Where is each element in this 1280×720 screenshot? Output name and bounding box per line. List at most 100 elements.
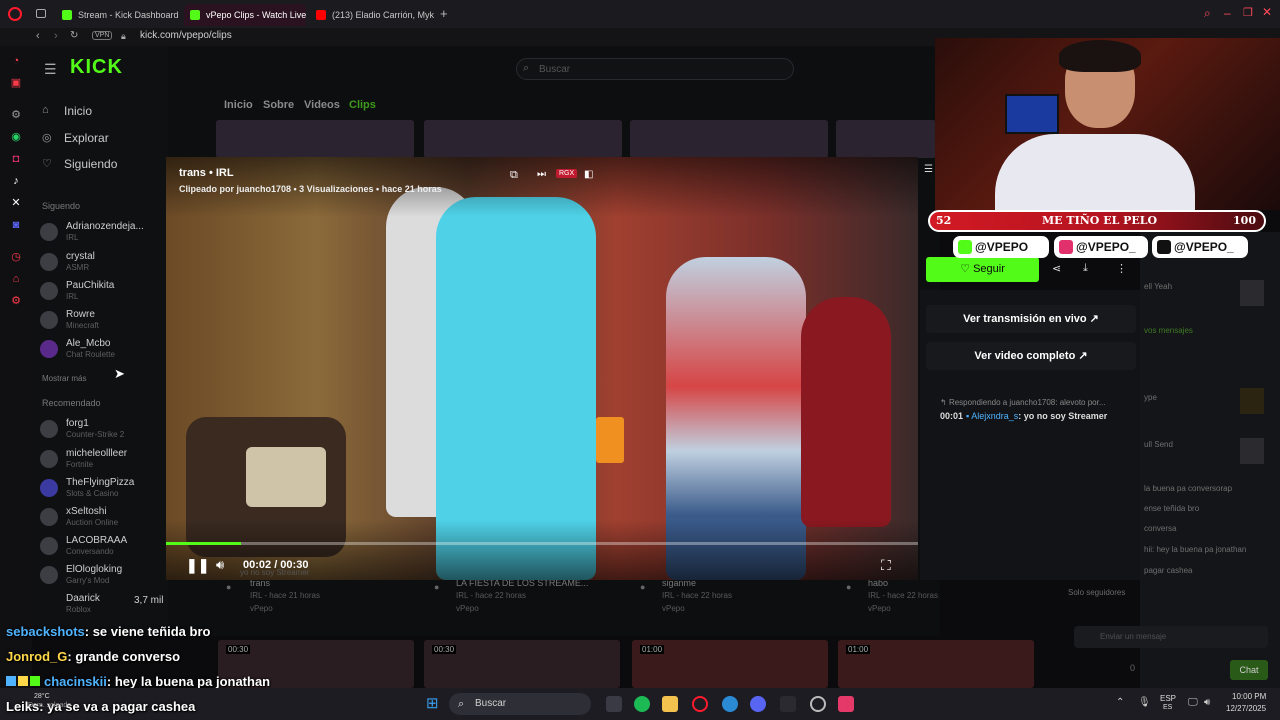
volume-icon[interactable]: 🔊︎ — [216, 557, 224, 573]
clip-thumbnail[interactable] — [836, 120, 936, 158]
theater-icon[interactable]: ◧ — [584, 169, 593, 180]
app-icon[interactable] — [780, 696, 796, 712]
opera-ai-icon[interactable]: ◔ — [9, 54, 23, 68]
following-item[interactable]: PauChikita IRL — [40, 278, 168, 304]
tiktok-studio-icon[interactable] — [838, 696, 854, 712]
discord-icon[interactable] — [750, 696, 766, 712]
pause-icon[interactable]: ❚❚ — [186, 557, 209, 574]
recommended-item[interactable]: micheleollleer Fortnite — [40, 446, 168, 472]
avatar: ● — [640, 582, 646, 592]
recommended-item[interactable]: forg1 Counter-Strike 2 — [40, 416, 168, 442]
overlay-chat-line: Jonrod_G: grande converso — [6, 649, 181, 664]
whatsapp-icon[interactable]: ◉ — [9, 130, 23, 144]
download-icon[interactable]: ⤓ — [1083, 262, 1088, 275]
following-item[interactable]: Ale_Mcbo Chat Roulette — [40, 336, 168, 362]
panel-menu-icon[interactable]: ☰ — [924, 164, 933, 175]
back-icon[interactable]: ‹ — [36, 30, 40, 42]
tray-chevron-icon[interactable]: ⌃ — [1116, 697, 1124, 708]
extensions-icon[interactable]: ⚙ — [9, 108, 23, 122]
nav-siguiendo[interactable]: Siguiendo — [64, 157, 117, 171]
clip-thumbnail[interactable] — [630, 120, 828, 158]
settings-icon[interactable]: ⚙ — [9, 294, 23, 308]
clock-time[interactable]: 10:00 PM — [1232, 692, 1266, 701]
search-input[interactable]: ⌕ Buscar — [516, 58, 794, 80]
tab-sobre[interactable]: Sobre — [263, 99, 294, 111]
opera-icon[interactable] — [692, 696, 708, 712]
tab-clips[interactable]: Clips — [349, 99, 376, 111]
network-icon[interactable]: 🖵︎ — [1188, 697, 1198, 708]
tab-inicio[interactable]: Inicio — [224, 99, 253, 111]
windows-start-icon[interactable]: ⊞ — [426, 696, 442, 712]
search-tabs-icon[interactable]: ⌕ — [1204, 6, 1211, 21]
following-item[interactable]: Rowre Minecraft — [40, 307, 168, 333]
obs-icon[interactable] — [810, 696, 826, 712]
fullscreen-icon[interactable]: ⛶ — [881, 557, 891, 574]
telegram-icon[interactable] — [722, 696, 738, 712]
clip-thumbnail[interactable] — [424, 120, 622, 158]
recommended-item[interactable]: TheFlyingPizza Slots & Casino — [40, 475, 168, 501]
tab-vpepo-clips[interactable]: vPepo Clips - Watch Live — [184, 4, 306, 26]
task-view-icon[interactable] — [606, 696, 622, 712]
forward-icon[interactable]: › — [54, 30, 58, 42]
badge-icon — [6, 676, 16, 686]
chat-input[interactable]: Enviar un mensaje — [1074, 626, 1268, 648]
following-item[interactable]: Adrianozendeja... IRL — [40, 219, 168, 245]
speed-dial-icon[interactable]: ▣ — [9, 76, 23, 90]
recommended-item[interactable]: Daarick Roblox 3,7 mil — [40, 591, 168, 617]
volume-icon[interactable]: 🔊︎ — [1204, 697, 1210, 708]
workspace-icon[interactable] — [36, 9, 46, 18]
spotify-icon[interactable] — [634, 696, 650, 712]
subtitle-caption: yo no soy Streamer — [240, 568, 310, 577]
reload-icon[interactable]: ↻ — [70, 30, 78, 41]
watch-live-button[interactable]: Ver transmisión en vivo ↗ — [926, 305, 1136, 333]
kick-logo[interactable]: KICK — [70, 56, 123, 79]
next-icon[interactable]: ⏭ — [537, 169, 546, 180]
menu-icon[interactable]: ☰ — [44, 61, 57, 78]
maximize-icon[interactable]: ❐ — [1243, 6, 1253, 19]
avatar — [40, 223, 58, 241]
nav-inicio[interactable]: Inicio — [64, 104, 92, 118]
follow-button[interactable]: ♡ Seguir — [926, 257, 1039, 282]
clip-thumbnail[interactable]: 01:00 — [838, 640, 1034, 688]
recommended-item[interactable]: LACOBRAAA Conversando — [40, 533, 168, 559]
opera-logo-icon[interactable] — [8, 7, 22, 21]
show-more-link[interactable]: Mostrar más — [42, 374, 86, 383]
progress-bar[interactable] — [166, 542, 918, 545]
nav-explorar[interactable]: Explorar — [64, 131, 109, 145]
video-player[interactable]: ⧉ ⏭ RGX ◧ ❚❚ 🔊︎ ⛶ — [166, 157, 918, 580]
vpn-badge[interactable]: VPN — [92, 31, 113, 40]
discord-icon[interactable]: ◙ — [9, 218, 23, 232]
full-video-button[interactable]: Ver video completo ↗ — [926, 342, 1136, 370]
file-explorer-icon[interactable] — [662, 696, 678, 712]
heart-icon: ♡ — [42, 158, 52, 170]
recommended-item[interactable]: ElOlogloking Garry's Mod — [40, 562, 168, 588]
pip-icon[interactable]: ⧉ — [510, 169, 518, 182]
x-icon[interactable]: ✕ — [9, 196, 23, 210]
chat-send-button[interactable]: Chat — [1230, 660, 1268, 680]
clock-date[interactable]: 12/27/2025 — [1226, 704, 1266, 713]
clip-thumbnail[interactable] — [216, 120, 414, 158]
clip-thumbnail[interactable]: 00:30 — [424, 640, 620, 688]
compass-icon: ◎ — [42, 132, 52, 144]
new-tab-icon[interactable]: + — [440, 6, 448, 21]
taskbar-search[interactable]: ⌕ Buscar — [449, 693, 591, 715]
recommended-item[interactable]: xSeltoshi Auction Online — [40, 504, 168, 530]
pinboard-icon[interactable]: ⌂ — [9, 272, 23, 286]
more-icon[interactable]: ⋮ — [1116, 262, 1127, 275]
clip-thumbnail[interactable]: 01:00 — [632, 640, 828, 688]
tiktok-icon[interactable]: ♪ — [9, 174, 23, 188]
minimize-icon[interactable]: – — [1224, 6, 1231, 20]
microphone-icon[interactable]: 🎙︎ — [1138, 697, 1151, 708]
rgx-button[interactable]: RGX — [556, 169, 578, 178]
tab-kick-dashboard[interactable]: Stream - Kick Dashboard — [56, 4, 180, 26]
close-icon[interactable]: ✕ — [1262, 5, 1272, 19]
following-item[interactable]: crystal ASMR — [40, 249, 168, 275]
tab-videos[interactable]: Videos — [304, 99, 340, 111]
tab-youtube[interactable]: (213) Eladio Carrión, Myke — [310, 4, 434, 26]
history-icon[interactable]: ◷ — [9, 250, 23, 264]
url-field[interactable]: kick.com/vpepo/clips — [140, 30, 232, 41]
share-icon[interactable]: ⋖ — [1052, 262, 1061, 275]
weather-temp[interactable]: 28°C — [34, 693, 50, 700]
instagram-icon[interactable]: ◘ — [9, 152, 23, 166]
language-indicator[interactable]: ESP — [1160, 694, 1176, 703]
